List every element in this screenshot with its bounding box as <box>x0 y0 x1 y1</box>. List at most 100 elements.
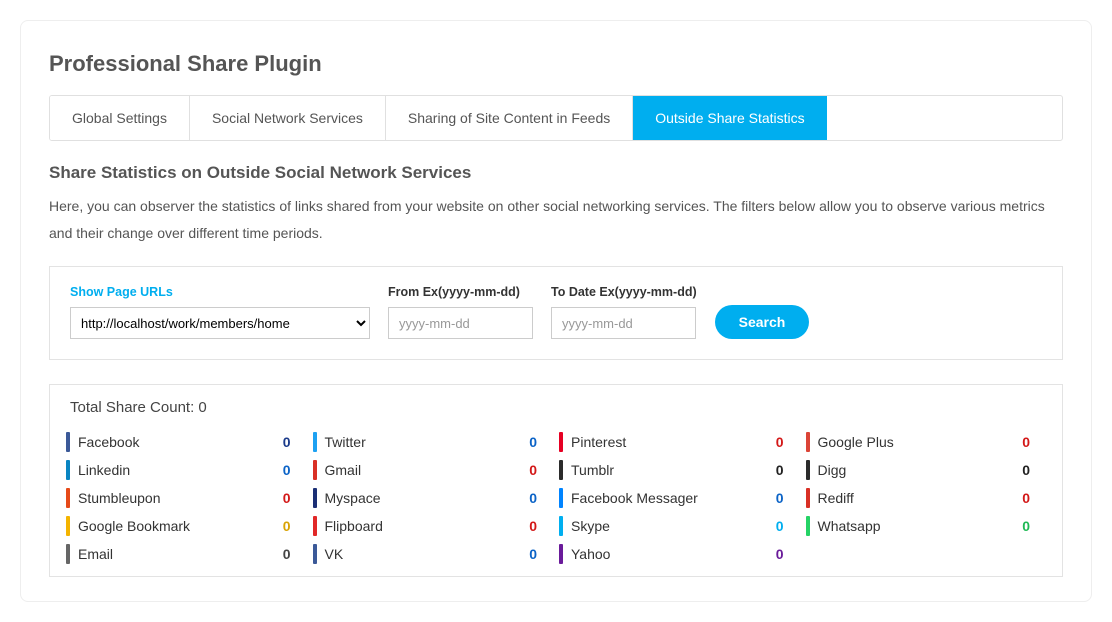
from-date-label: From Ex(yyyy-mm-dd) <box>388 285 533 299</box>
service-name: Stumbleupon <box>78 490 161 506</box>
tab-social-network-services[interactable]: Social Network Services <box>190 96 386 140</box>
color-bar <box>806 460 810 480</box>
color-bar <box>313 516 317 536</box>
service-count: 0 <box>529 546 537 562</box>
service-count: 0 <box>776 462 784 478</box>
service-count: 0 <box>529 462 537 478</box>
color-bar <box>66 544 70 564</box>
url-select[interactable]: http://localhost/work/members/home <box>70 307 370 339</box>
color-bar <box>559 488 563 508</box>
tabs: Global SettingsSocial Network ServicesSh… <box>49 95 1063 141</box>
color-bar <box>313 432 317 452</box>
stat-item-google-bookmark: Google Bookmark 0 <box>66 512 307 540</box>
stat-item-skype: Skype 0 <box>559 512 800 540</box>
service-name: Whatsapp <box>818 518 881 534</box>
service-count: 0 <box>776 434 784 450</box>
tab-global-settings[interactable]: Global Settings <box>50 96 190 140</box>
stat-item-email: Email 0 <box>66 540 307 568</box>
color-bar <box>806 432 810 452</box>
url-filter-group: Show Page URLs http://localhost/work/mem… <box>70 285 370 339</box>
service-name: Linkedin <box>78 462 130 478</box>
color-bar <box>66 460 70 480</box>
service-name: Google Bookmark <box>78 518 190 534</box>
stat-item-whatsapp: Whatsapp 0 <box>806 512 1047 540</box>
service-count: 0 <box>1022 490 1030 506</box>
filter-box: Show Page URLs http://localhost/work/mem… <box>49 266 1063 360</box>
stat-item-pinterest: Pinterest 0 <box>559 428 800 456</box>
service-count: 0 <box>283 434 291 450</box>
search-button[interactable]: Search <box>715 305 810 339</box>
service-count: 0 <box>283 518 291 534</box>
total-share-count: Total Share Count: 0 <box>66 399 1046 416</box>
service-count: 0 <box>283 462 291 478</box>
service-name: Rediff <box>818 490 854 506</box>
stat-item-digg: Digg 0 <box>806 456 1047 484</box>
color-bar <box>313 544 317 564</box>
stat-item-facebook-messager: Facebook Messager 0 <box>559 484 800 512</box>
from-date-input[interactable] <box>388 307 533 339</box>
service-name: Email <box>78 546 113 562</box>
color-bar <box>559 544 563 564</box>
color-bar <box>313 460 317 480</box>
stat-item-yahoo: Yahoo 0 <box>559 540 800 568</box>
service-name: Facebook Messager <box>571 490 698 506</box>
service-name: Tumblr <box>571 462 614 478</box>
service-count: 0 <box>776 546 784 562</box>
color-bar <box>806 516 810 536</box>
service-name: Facebook <box>78 434 139 450</box>
page-title: Professional Share Plugin <box>49 51 1063 77</box>
service-count: 0 <box>1022 518 1030 534</box>
stat-item-twitter: Twitter 0 <box>313 428 554 456</box>
stat-item-flipboard: Flipboard 0 <box>313 512 554 540</box>
main-panel: Professional Share Plugin Global Setting… <box>20 20 1092 602</box>
service-name: Twitter <box>325 434 366 450</box>
service-count: 0 <box>529 518 537 534</box>
service-name: VK <box>325 546 344 562</box>
stat-item-vk: VK 0 <box>313 540 554 568</box>
service-count: 0 <box>1022 462 1030 478</box>
stat-item-rediff: Rediff 0 <box>806 484 1047 512</box>
stat-item-google-plus: Google Plus 0 <box>806 428 1047 456</box>
service-count: 0 <box>776 518 784 534</box>
service-name: Google Plus <box>818 434 894 450</box>
section-title: Share Statistics on Outside Social Netwo… <box>49 163 1063 183</box>
stat-item-myspace: Myspace 0 <box>313 484 554 512</box>
service-count: 0 <box>283 546 291 562</box>
stat-item-linkedin: Linkedin 0 <box>66 456 307 484</box>
url-label: Show Page URLs <box>70 285 370 299</box>
stat-item-gmail: Gmail 0 <box>313 456 554 484</box>
service-name: Flipboard <box>325 518 383 534</box>
service-count: 0 <box>1022 434 1030 450</box>
stat-item-stumbleupon: Stumbleupon 0 <box>66 484 307 512</box>
section-desc: Here, you can observer the statistics of… <box>49 193 1063 246</box>
color-bar <box>66 432 70 452</box>
service-name: Myspace <box>325 490 381 506</box>
color-bar <box>806 488 810 508</box>
color-bar <box>66 488 70 508</box>
service-count: 0 <box>283 490 291 506</box>
tab-sharing-of-site-content-in-feeds[interactable]: Sharing of Site Content in Feeds <box>386 96 633 140</box>
service-count: 0 <box>529 490 537 506</box>
stats-box: Total Share Count: 0 Facebook0Twitter0Pi… <box>49 384 1063 577</box>
service-name: Yahoo <box>571 546 610 562</box>
from-date-group: From Ex(yyyy-mm-dd) <box>388 285 533 339</box>
tab-outside-share-statistics[interactable]: Outside Share Statistics <box>633 96 826 140</box>
service-name: Pinterest <box>571 434 626 450</box>
search-button-group: Search <box>715 305 810 339</box>
color-bar <box>559 432 563 452</box>
color-bar <box>313 488 317 508</box>
service-name: Skype <box>571 518 610 534</box>
to-date-group: To Date Ex(yyyy-mm-dd) <box>551 285 697 339</box>
to-date-label: To Date Ex(yyyy-mm-dd) <box>551 285 697 299</box>
service-name: Digg <box>818 462 847 478</box>
stat-item-facebook: Facebook 0 <box>66 428 307 456</box>
color-bar <box>559 516 563 536</box>
to-date-input[interactable] <box>551 307 696 339</box>
stat-item-tumblr: Tumblr 0 <box>559 456 800 484</box>
color-bar <box>559 460 563 480</box>
service-count: 0 <box>776 490 784 506</box>
service-name: Gmail <box>325 462 362 478</box>
services-grid: Facebook0Twitter0Pinterest0Google Plus0L… <box>66 428 1046 568</box>
color-bar <box>66 516 70 536</box>
service-count: 0 <box>529 434 537 450</box>
